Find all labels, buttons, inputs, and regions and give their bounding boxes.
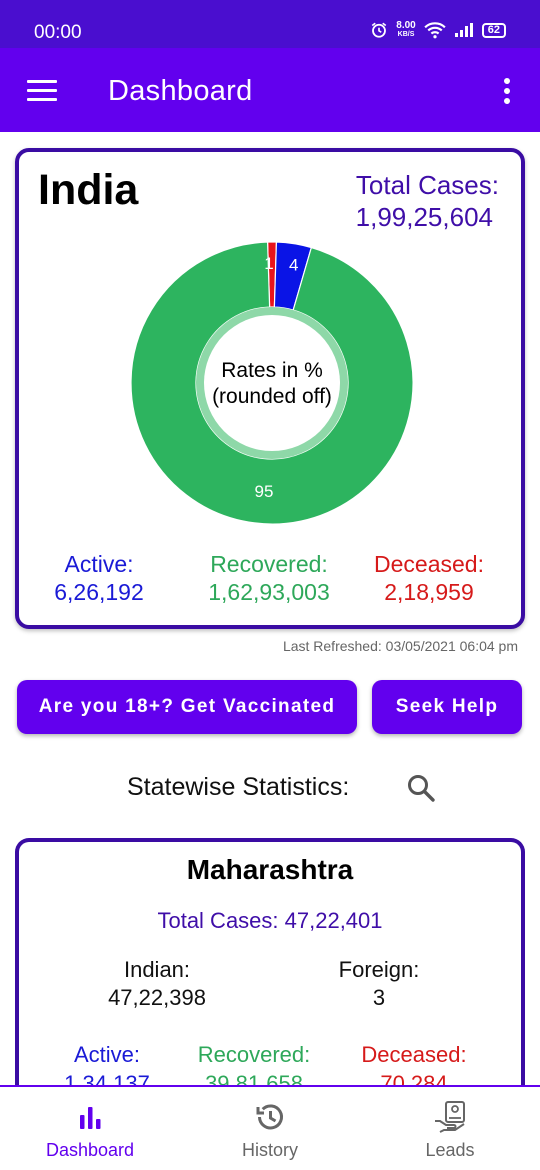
state-recovered-label: Recovered: bbox=[197, 1042, 311, 1067]
state-foreign: Foreign: 3 bbox=[319, 956, 439, 1012]
active-value: 6,26,192 bbox=[54, 579, 144, 605]
statewise-heading: Statewise Statistics: bbox=[127, 773, 350, 801]
state-indian-value: 47,22,398 bbox=[108, 985, 206, 1010]
menu-icon[interactable] bbox=[27, 80, 57, 102]
state-card[interactable]: Maharashtra Total Cases: 47,22,401 India… bbox=[15, 838, 525, 1098]
chart-center-line1: Rates in % bbox=[221, 359, 323, 382]
active-stat: Active: 6,26,192 bbox=[34, 550, 164, 606]
net-speed-value: 8.00 bbox=[396, 20, 416, 31]
deceased-stat: Deceased: 2,18,959 bbox=[364, 550, 494, 606]
state-foreign-label: Foreign: bbox=[338, 957, 420, 982]
alarm-icon bbox=[372, 22, 387, 38]
country-name: India bbox=[38, 166, 139, 214]
total-cases-value: 1,99,25,604 bbox=[355, 202, 493, 232]
donut-label-recovered: 95 bbox=[255, 482, 274, 501]
state-active-label: Active: bbox=[73, 1042, 141, 1067]
seek-help-button[interactable]: Seek Help bbox=[372, 680, 522, 734]
country-summary-card: India Total Cases: 1,99,25,604 Rates in … bbox=[15, 148, 525, 629]
nav-history[interactable]: History bbox=[180, 1087, 360, 1170]
nav-leads[interactable]: Leads bbox=[360, 1087, 540, 1170]
page-title: Dashboard bbox=[108, 75, 253, 107]
bottom-navigation: Dashboard History Leads bbox=[0, 1085, 540, 1170]
deceased-value: 2,18,959 bbox=[384, 579, 474, 605]
status-icons: 8.00 KB/S 62 bbox=[370, 21, 506, 39]
state-foreign-value: 3 bbox=[372, 985, 386, 1010]
net-speed-unit: KB/S bbox=[397, 31, 415, 38]
history-icon bbox=[256, 1104, 283, 1130]
state-name: Maharashtra bbox=[186, 854, 354, 885]
search-icon[interactable] bbox=[406, 773, 436, 803]
state-indian: Indian: 47,22,398 bbox=[87, 956, 227, 1012]
state-deceased-label: Deceased: bbox=[361, 1042, 467, 1067]
nav-dashboard[interactable]: Dashboard bbox=[0, 1087, 180, 1170]
more-vert-icon[interactable] bbox=[504, 78, 512, 104]
donut-hole bbox=[204, 315, 340, 451]
total-cases-label: Total Cases: bbox=[355, 170, 499, 200]
status-time: 00:00 bbox=[34, 22, 82, 43]
nav-leads-label: Leads bbox=[425, 1140, 475, 1160]
net-speed: 8.00 KB/S bbox=[396, 21, 415, 39]
rates-donut-chart: Rates in % (rounded off) 1 4 95 bbox=[130, 241, 414, 525]
recovered-label: Recovered: bbox=[210, 551, 328, 577]
donut-label-deceased: 1 bbox=[264, 254, 273, 273]
recovered-value: 1,62,93,003 bbox=[208, 579, 330, 605]
nav-history-label: History bbox=[241, 1140, 298, 1160]
battery-icon: 62 bbox=[481, 22, 506, 38]
last-refreshed: Last Refreshed: 03/05/2021 06:04 pm bbox=[282, 638, 518, 654]
leads-icon bbox=[435, 1101, 465, 1133]
active-label: Active: bbox=[64, 551, 134, 577]
deceased-label: Deceased: bbox=[374, 551, 484, 577]
get-vaccinated-button[interactable]: Are you 18+? Get Vaccinated bbox=[17, 680, 357, 734]
state-total-cases: Total Cases: 47,22,401 bbox=[157, 908, 383, 933]
state-indian-label: Indian: bbox=[123, 957, 191, 982]
donut-label-active: 4 bbox=[289, 255, 298, 274]
nav-dashboard-label: Dashboard bbox=[45, 1140, 135, 1160]
bar-chart-icon bbox=[80, 1107, 101, 1129]
chart-center-line2: (rounded off) bbox=[212, 385, 332, 408]
signal-icon bbox=[454, 23, 473, 37]
status-bar: 00:00 8.00 KB/S 62 bbox=[0, 0, 540, 48]
wifi-icon bbox=[424, 22, 446, 39]
app-bar: Dashboard bbox=[0, 48, 540, 132]
recovered-stat: Recovered: 1,62,93,003 bbox=[179, 550, 359, 606]
